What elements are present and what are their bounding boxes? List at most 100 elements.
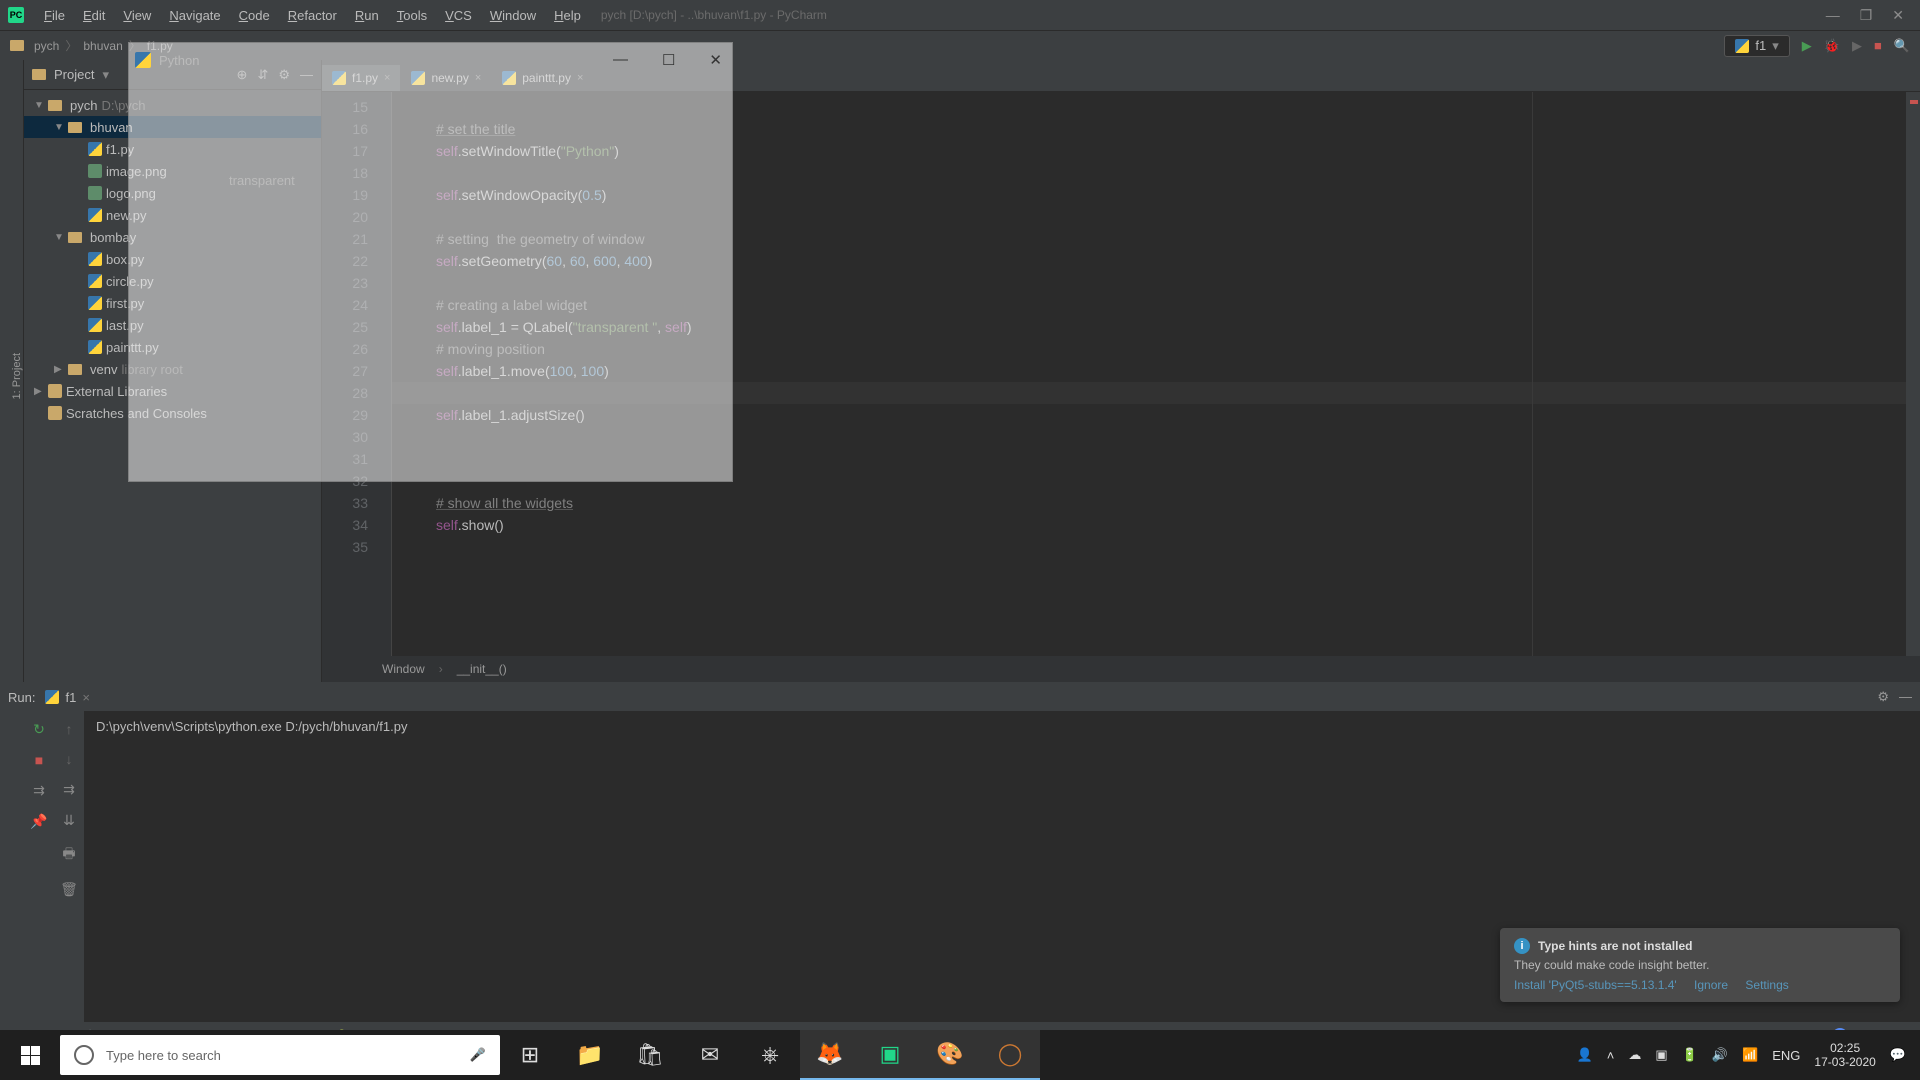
- project-tool-tab[interactable]: 1: Project: [11, 353, 23, 399]
- transparent-label: transparent: [229, 173, 295, 188]
- down-button[interactable]: ↓: [66, 751, 73, 767]
- file-explorer-button[interactable]: 📁: [560, 1030, 620, 1080]
- search-everywhere-button[interactable]: 🔍: [1894, 38, 1910, 54]
- battery-icon[interactable]: 🔋: [1682, 1047, 1698, 1063]
- taskbar-apps: ⊞ 📁 🛍 ✉ ⎈ 🦊 ▣ 🎨 ◯: [500, 1030, 1040, 1080]
- cortana-icon: [74, 1045, 94, 1065]
- mail-button[interactable]: ✉: [680, 1030, 740, 1080]
- window-title: pych [D:\pych] - ..\bhuvan\f1.py - PyCha…: [601, 8, 827, 22]
- app-button-1[interactable]: ⎈: [740, 1030, 800, 1080]
- menu-edit[interactable]: Edit: [75, 4, 113, 27]
- notification-ignore-link[interactable]: Ignore: [1694, 978, 1728, 992]
- close-button[interactable]: ✕: [1892, 7, 1904, 24]
- menu-help[interactable]: Help: [546, 4, 589, 27]
- scroll-to-end-button[interactable]: 📌: [30, 813, 47, 830]
- chevron-down-icon: ▾: [1772, 38, 1779, 54]
- microsoft-store-button[interactable]: 🛍: [620, 1030, 680, 1080]
- overlay-maximize-button[interactable]: ☐: [662, 51, 675, 69]
- layout-button-2[interactable]: ⇊: [63, 812, 75, 829]
- print-button[interactable]: 🖶: [62, 843, 75, 867]
- run-button[interactable]: ▶: [1802, 38, 1812, 54]
- left-tool-strip-lower: [0, 711, 24, 1022]
- title-bar: PC FileEditViewNavigateCodeRefactorRunTo…: [0, 0, 1920, 30]
- wifi-icon[interactable]: 📶: [1742, 1047, 1758, 1063]
- layout-button[interactable]: ⇉: [63, 781, 75, 798]
- run-toolbar-secondary: ↑ ↓ ⇉ ⇊ 🖶 🗑: [54, 711, 84, 1022]
- rerun-button[interactable]: ↻: [33, 721, 45, 738]
- menu-tools[interactable]: Tools: [389, 4, 435, 27]
- onedrive-icon[interactable]: ☁: [1628, 1047, 1641, 1063]
- menu-code[interactable]: Code: [231, 4, 278, 27]
- run-output[interactable]: D:\pych\venv\Scripts\python.exe D:/pych/…: [84, 711, 1920, 1022]
- run-toolbar-primary: ↻ ■ ⇉ 📌: [24, 711, 54, 1022]
- system-tray: 👤 ˄ ☁ ▣ 🔋 🔊 📶 ENG 02:2517-03-2020 💬: [1563, 1041, 1920, 1069]
- clock[interactable]: 02:2517-03-2020: [1814, 1041, 1875, 1069]
- menu-run[interactable]: Run: [347, 4, 387, 27]
- firefox-button[interactable]: 🦊: [800, 1030, 860, 1080]
- search-placeholder: Type here to search: [106, 1048, 221, 1063]
- language-indicator[interactable]: ENG: [1772, 1048, 1800, 1063]
- breadcrumb-class[interactable]: Window: [382, 662, 425, 676]
- pycharm-taskbar-button[interactable]: ▣: [860, 1030, 920, 1080]
- volume-icon[interactable]: 🔊: [1712, 1047, 1728, 1063]
- run-with-coverage-button[interactable]: ▶: [1852, 38, 1862, 54]
- notification-body: They could make code insight better.: [1514, 958, 1886, 972]
- paint-button[interactable]: 🎨: [920, 1030, 980, 1080]
- notification-actions: Install 'PyQt5-stubs==5.13.1.4' Ignore S…: [1514, 978, 1886, 992]
- security-icon[interactable]: ▣: [1655, 1047, 1667, 1063]
- windows-taskbar: Type here to search 🎤 ⊞ 📁 🛍 ✉ ⎈ 🦊 ▣ 🎨 ◯ …: [0, 1030, 1920, 1080]
- delete-button[interactable]: 🗑: [60, 881, 78, 898]
- minimize-button[interactable]: —: [1826, 7, 1840, 24]
- run-config-name: f1: [65, 690, 76, 705]
- left-tool-strip: 1: Project 7: Structure 2: Favorites: [0, 60, 24, 682]
- taskbar-search[interactable]: Type here to search 🎤: [60, 1035, 500, 1075]
- python-window-title: Python: [159, 53, 199, 68]
- run-hide-button[interactable]: —: [1899, 689, 1912, 705]
- debug-button[interactable]: 🐞: [1824, 38, 1840, 54]
- project-panel-title: Project: [54, 67, 94, 82]
- task-view-button[interactable]: ⊞: [500, 1030, 560, 1080]
- maximize-button[interactable]: ❐: [1860, 7, 1873, 24]
- menu-window[interactable]: Window: [482, 4, 544, 27]
- mic-icon[interactable]: 🎤: [470, 1047, 486, 1063]
- app-button-2[interactable]: ◯: [980, 1030, 1040, 1080]
- editor-scrollbar[interactable]: [1906, 92, 1920, 656]
- start-button[interactable]: [0, 1030, 60, 1080]
- notification-title: Type hints are not installed: [1538, 939, 1692, 953]
- run-config-selector[interactable]: f1 ▾: [1724, 35, 1789, 57]
- menu-refactor[interactable]: Refactor: [280, 4, 345, 27]
- editor-breadcrumb[interactable]: Window › __init__(): [322, 656, 1920, 682]
- window-controls: — ❐ ✕: [1826, 7, 1912, 24]
- menu-bar: FileEditViewNavigateCodeRefactorRunTools…: [36, 4, 589, 27]
- run-tool-window: Run: f1 × ⚙ — ↻ ■ ⇉ 📌 ↑ ↓ ⇉ ⇊ 🖶 🗑 D:\pyc…: [0, 682, 1920, 1022]
- breadcrumb-method[interactable]: __init__(): [457, 662, 507, 676]
- notification-settings-link[interactable]: Settings: [1745, 978, 1788, 992]
- close-tab-icon[interactable]: ×: [82, 690, 90, 705]
- overlay-minimize-button[interactable]: —: [613, 51, 628, 69]
- run-settings-icon[interactable]: ⚙: [1877, 689, 1889, 705]
- tray-chevron-icon[interactable]: ˄: [1607, 1048, 1615, 1063]
- people-icon[interactable]: 👤: [1577, 1047, 1593, 1063]
- stop-button[interactable]: ■: [1874, 38, 1882, 53]
- pycharm-icon: PC: [8, 7, 24, 23]
- info-icon: i: [1514, 938, 1530, 954]
- error-stripe-marker[interactable]: [1910, 100, 1918, 104]
- notification-popup: i Type hints are not installed They could…: [1500, 928, 1900, 1002]
- notifications-icon[interactable]: 💬: [1890, 1047, 1906, 1063]
- menu-vcs[interactable]: VCS: [437, 4, 480, 27]
- menu-navigate[interactable]: Navigate: [161, 4, 228, 27]
- python-app-window[interactable]: Python — ☐ ✕ transparent: [128, 42, 733, 482]
- overlay-close-button[interactable]: ✕: [709, 51, 722, 69]
- notification-install-link[interactable]: Install 'PyQt5-stubs==5.13.1.4': [1514, 978, 1677, 992]
- menu-file[interactable]: File: [36, 4, 73, 27]
- run-panel-label: Run:: [8, 690, 35, 705]
- run-output-line: D:\pych\venv\Scripts\python.exe D:/pych/…: [96, 719, 1908, 734]
- stop-run-button[interactable]: ■: [35, 752, 43, 768]
- python-icon: [45, 690, 59, 704]
- toggle-soft-wrap-button[interactable]: ⇉: [33, 782, 45, 799]
- up-button[interactable]: ↑: [66, 721, 73, 737]
- run-config-label: f1: [1755, 38, 1766, 53]
- menu-view[interactable]: View: [115, 4, 159, 27]
- folder-icon: [32, 69, 46, 80]
- python-window-titlebar[interactable]: Python — ☐ ✕: [129, 43, 732, 77]
